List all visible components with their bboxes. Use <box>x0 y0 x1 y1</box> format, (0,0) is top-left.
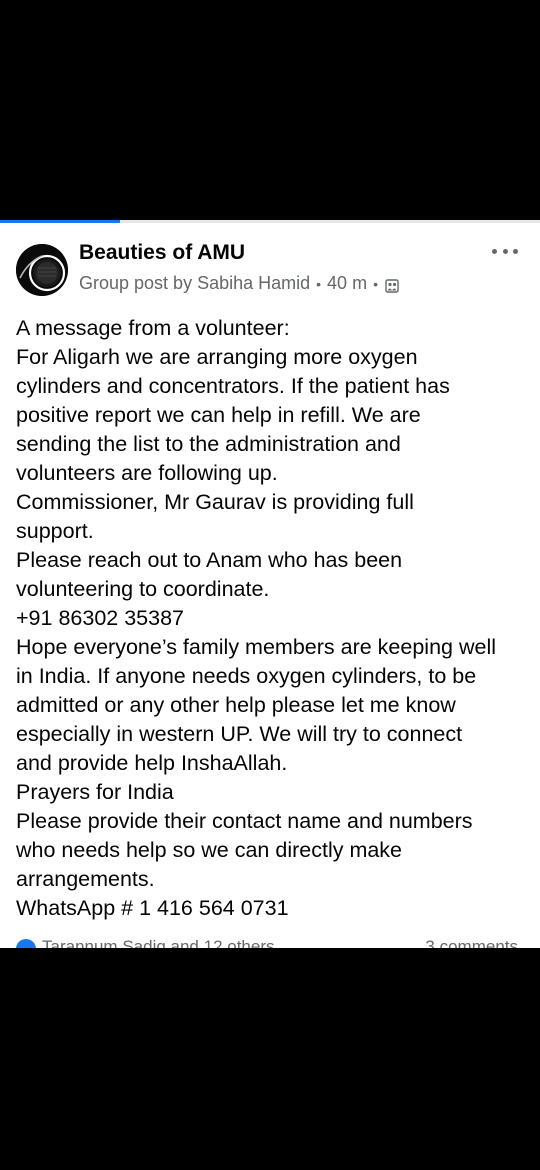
post-text-line: Please provide their contact name and nu… <box>16 809 473 833</box>
post-text-line: Hope everyone’s family members are keepi… <box>16 635 496 659</box>
post-text-line: sending the list to the administration a… <box>16 432 401 456</box>
post-text-line: especially in western UP. We will try to… <box>16 722 463 746</box>
group-audience-icon <box>385 277 399 293</box>
comment-count[interactable]: 3 comments <box>425 937 518 948</box>
post-text-line: in India. If anyone needs oxygen cylinde… <box>16 664 477 688</box>
post-text-line: who needs help so we can directly make <box>16 838 403 862</box>
post-text-line: Prayers for India <box>16 780 174 804</box>
group-name[interactable]: Beauties of AMU <box>79 241 245 265</box>
meta-prefix: Group post by <box>79 273 193 293</box>
post-text-line: and provide help InshaAllah. <box>16 751 288 775</box>
reactions-bar[interactable]: Tarannum Sadiq and 12 others 3 comments <box>0 935 540 948</box>
like-reaction-icon <box>16 939 36 948</box>
post-text-line: Please reach out to Anam who has been <box>16 548 403 572</box>
post-time[interactable]: 40 m <box>327 273 367 294</box>
meta-separator: • <box>316 275 322 292</box>
post-text-line: A message from a volunteer: <box>16 316 290 340</box>
reaction-summary[interactable]: Tarannum Sadiq and 12 others <box>42 937 275 948</box>
post-text-line: Commissioner, Mr Gaurav is providing ful… <box>16 490 414 514</box>
post-text-line: WhatsApp # 1 416 564 0731 <box>16 896 289 920</box>
group-avatar[interactable] <box>16 244 68 296</box>
top-divider <box>0 220 540 223</box>
post-text-line: arrangements. <box>16 867 155 891</box>
post-text-line: support. <box>16 519 94 543</box>
more-options-icon[interactable] <box>492 244 518 258</box>
author-name[interactable]: Sabiha Hamid <box>197 273 310 294</box>
post-card: Beauties of AMU Group post by Sabiha Ham… <box>0 220 540 948</box>
post-text-line: positive report we can help in refill. W… <box>16 403 421 427</box>
post-text-line: volunteering to coordinate. <box>16 577 270 601</box>
post-text-line: +91 86302 35387 <box>16 606 184 630</box>
post-meta: Group post by Sabiha Hamid • 40 m • <box>79 273 399 294</box>
post-text-line: admitted or any other help please let me… <box>16 693 456 717</box>
active-tab-indicator <box>0 220 120 223</box>
post-text-line: cylinders and concentrators. If the pati… <box>16 374 450 398</box>
post-text-line: volunteers are following up. <box>16 461 278 485</box>
post-text-line: For Aligarh we are arranging more oxygen <box>16 345 418 369</box>
meta-separator-2: • <box>373 275 378 292</box>
post-body: A message from a volunteer: For Aligarh w… <box>16 314 528 923</box>
